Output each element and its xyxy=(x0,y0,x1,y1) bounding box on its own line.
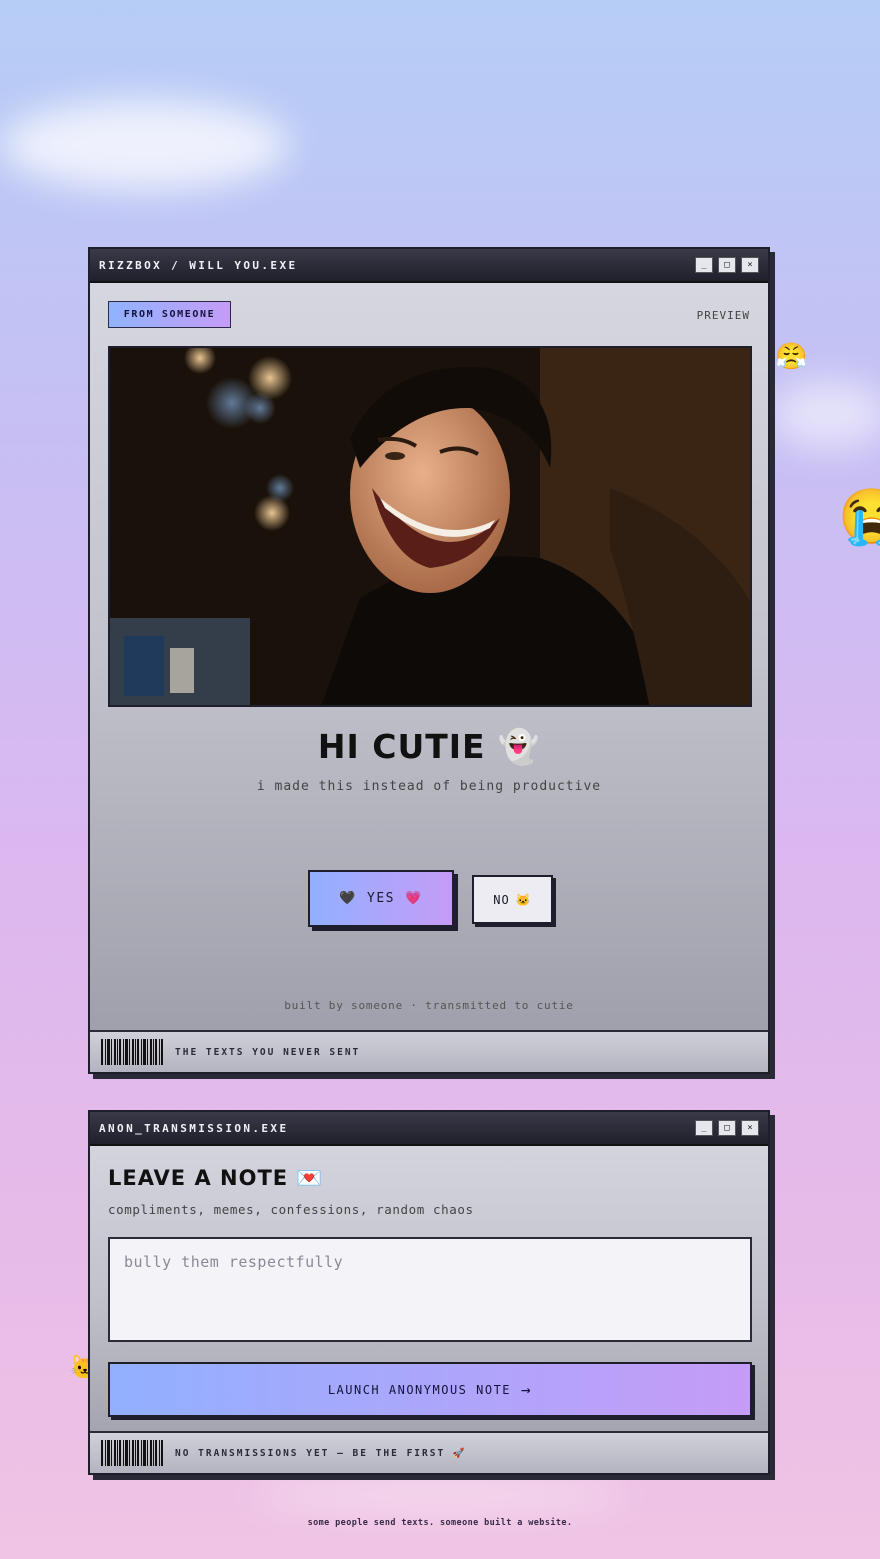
credits-text: built by someone · transmitted to cutie xyxy=(284,999,574,1012)
maximize-button[interactable]: □ xyxy=(718,1120,736,1136)
arrow-right-icon: → xyxy=(521,1380,533,1399)
cat-icon: 🐱 xyxy=(515,892,532,907)
window-title: RIZZBOX / WILL YOU.EXE xyxy=(99,258,298,272)
yes-button[interactable]: 🖤 YES 💗 xyxy=(308,870,454,927)
photo-illustration xyxy=(110,348,750,705)
close-button[interactable]: × xyxy=(741,257,759,273)
black-heart-icon: 🖤 xyxy=(339,891,357,906)
note-textarea[interactable] xyxy=(108,1237,752,1342)
launch-label: LAUNCH ANONYMOUS NOTE xyxy=(327,1382,512,1397)
titlebar[interactable]: ANON_TRANSMISSION.EXE _ □ × xyxy=(90,1112,768,1146)
minimize-button[interactable]: _ xyxy=(695,1120,713,1136)
barcode-icon xyxy=(101,1039,163,1065)
status-bar: THE TEXTS YOU NEVER SENT xyxy=(90,1030,768,1072)
close-button[interactable]: × xyxy=(741,1120,759,1136)
window-controls: _ □ × xyxy=(695,257,759,273)
window-controls: _ □ × xyxy=(695,1120,759,1136)
cloud-decoration xyxy=(0,100,290,190)
yes-label: YES xyxy=(367,891,395,906)
no-label: NO xyxy=(493,892,510,907)
status-bar: NO TRANSMISSIONS YET — BE THE FIRST 🚀 xyxy=(90,1431,768,1473)
headline: HI CUTIE 👻 xyxy=(317,727,541,766)
note-heading: LEAVE A NOTE 💌 xyxy=(108,1166,324,1190)
from-badge: FROM SOMEONE xyxy=(108,301,231,328)
meme-photo xyxy=(108,346,752,707)
pink-heart-icon: 💗 xyxy=(404,891,423,906)
floating-emoji-crying: 😭 xyxy=(838,485,880,548)
cloud-decoration xyxy=(250,1475,630,1515)
anon-transmission-window: ANON_TRANSMISSION.EXE _ □ × LEAVE A NOTE… xyxy=(88,1110,770,1475)
note-subheading: compliments, memes, confessions, random … xyxy=(108,1202,474,1217)
barcode-icon xyxy=(101,1440,163,1466)
preview-label: PREVIEW xyxy=(696,309,750,322)
titlebar[interactable]: RIZZBOX / WILL YOU.EXE _ □ × xyxy=(90,249,768,283)
footer-text: some people send texts. someone built a … xyxy=(307,1518,573,1528)
maximize-button[interactable]: □ xyxy=(718,257,736,273)
rizzbox-window: RIZZBOX / WILL YOU.EXE _ □ × FROM SOMEON… xyxy=(88,247,770,1074)
subline: i made this instead of being productive xyxy=(256,779,602,794)
cloud-decoration xyxy=(770,380,880,450)
launch-note-button[interactable]: LAUNCH ANONYMOUS NOTE → xyxy=(108,1362,752,1417)
window-title: ANON_TRANSMISSION.EXE xyxy=(99,1121,289,1135)
status-text: NO TRANSMISSIONS YET — BE THE FIRST 🚀 xyxy=(175,1447,467,1459)
minimize-button[interactable]: _ xyxy=(695,257,713,273)
status-text: THE TEXTS YOU NEVER SENT xyxy=(175,1046,361,1058)
floating-emoji-huff: 😤 xyxy=(775,342,808,372)
no-button[interactable]: NO 🐱 xyxy=(472,875,553,924)
